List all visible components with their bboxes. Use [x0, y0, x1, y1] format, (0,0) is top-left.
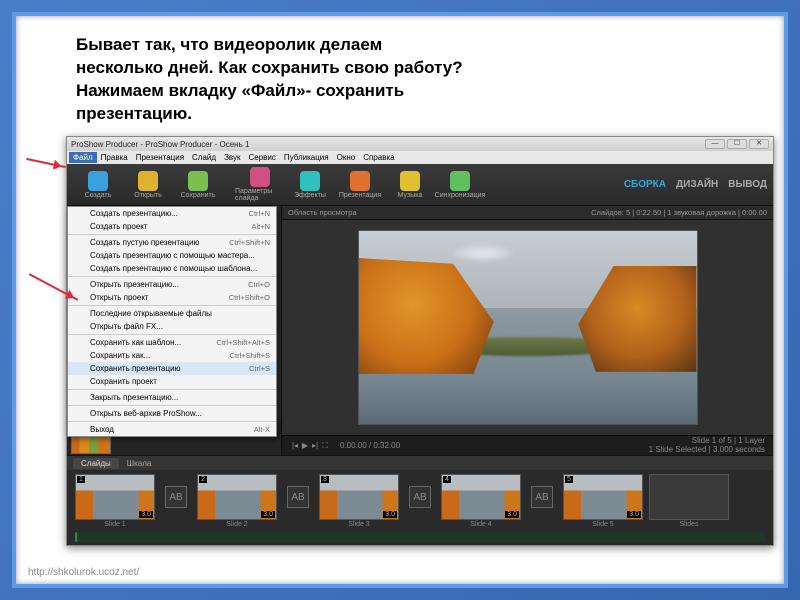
menu-edit[interactable]: Правка: [97, 152, 132, 163]
timeline-tabs: Слайды Шкала: [67, 456, 773, 470]
file-menu-item[interactable]: Открыть веб-архив ProShow...: [68, 407, 276, 420]
preview-canvas[interactable]: [358, 230, 698, 425]
file-menu-item[interactable]: Создать презентацию с помощью мастера...: [68, 249, 276, 262]
tool-open[interactable]: Открыть: [123, 166, 173, 204]
mode-switcher: СБОРКА ДИЗАЙН ВЫВОД: [624, 179, 767, 190]
file-menu-item[interactable]: Сохранить проект: [68, 375, 276, 388]
timeline-slide[interactable]: 23.0Slide 2: [197, 474, 277, 528]
app-title: ProShow Producer - ProShow Producer - Ос…: [71, 140, 249, 149]
music-icon: [400, 171, 420, 191]
preview-area: [282, 220, 773, 435]
left-panel: Создать презентацию...Ctrl+NСоздать прое…: [67, 206, 282, 455]
tab-slides[interactable]: Слайды: [73, 458, 119, 469]
close-button[interactable]: ✕: [749, 139, 769, 149]
tab-scale[interactable]: Шкала: [119, 458, 160, 469]
file-menu-item[interactable]: Сохранить как...Ctrl+Shift+S: [68, 349, 276, 362]
tool-sync[interactable]: Синхронизация: [435, 166, 485, 204]
audio-track[interactable]: [75, 532, 765, 542]
menubar: Файл Правка Презентация Слайд Звук Серви…: [67, 151, 773, 164]
timeline-panel: Слайды Шкала 13.0Slide 1AB23.0Slide 2AB3…: [67, 455, 773, 545]
timeline-body[interactable]: 13.0Slide 1AB23.0Slide 2AB33.0Slide 3AB4…: [67, 470, 773, 532]
maximize-button[interactable]: ☐: [727, 139, 747, 149]
selection-status: 1 Slide Selected | 3.000 seconds: [649, 446, 765, 455]
tool-new[interactable]: Создать: [73, 166, 123, 204]
file-menu-item[interactable]: Закрыть презентацию...: [68, 391, 276, 404]
params-icon: [250, 167, 270, 187]
save-icon: [188, 171, 208, 191]
sync-icon: [450, 171, 470, 191]
window-titlebar: ProShow Producer - ProShow Producer - Ос…: [67, 137, 773, 151]
file-menu-item[interactable]: Открыть презентацию...Ctrl+O: [68, 278, 276, 291]
file-menu-item[interactable]: Создать проектAlt+N: [68, 220, 276, 233]
tool-presentation[interactable]: Презентация: [335, 166, 385, 204]
file-menu-item[interactable]: Создать презентацию с помощью шаблона...: [68, 262, 276, 275]
file-menu-item[interactable]: Последние открываемые файлы: [68, 307, 276, 320]
arrow-to-file-menu: [26, 158, 66, 168]
timeline-ghost-slide[interactable]: Slides: [649, 474, 729, 528]
menu-slide[interactable]: Слайд: [188, 152, 220, 163]
headline-4: презентацию.: [76, 103, 754, 126]
playback-controls: |◂ ▶ ▸| ⛶ 0:00.00 / 0:32.00 Slide 1 of 5…: [282, 435, 773, 455]
menu-sound[interactable]: Звук: [220, 152, 244, 163]
menu-help[interactable]: Справка: [359, 152, 398, 163]
slide-frame: Бывает так, что видеоролик делаем нескол…: [12, 12, 788, 588]
file-menu-item[interactable]: Открыть файл FX...: [68, 320, 276, 333]
preview-header-right: Слайдов: 5 | 0:22.50 | 1 звуковая дорожк…: [591, 208, 767, 217]
footer-url: http://shkolurok.ucoz.net/: [28, 567, 139, 578]
file-menu-item[interactable]: ВыходAlt-X: [68, 423, 276, 436]
tool-slide-params[interactable]: Параметры слайда: [235, 166, 285, 204]
menu-file[interactable]: Файл: [69, 152, 97, 163]
preview-header: Область просмотра Слайдов: 5 | 0:22.50 |…: [282, 206, 773, 220]
transition[interactable]: AB: [283, 474, 313, 520]
headline-1: Бывает так, что видеоролик делаем: [76, 34, 754, 57]
effects-icon: [300, 171, 320, 191]
open-icon: [138, 171, 158, 191]
file-menu-dropdown: Создать презентацию...Ctrl+NСоздать прое…: [67, 206, 277, 437]
mode-output[interactable]: ВЫВОД: [728, 179, 767, 190]
transition[interactable]: AB: [405, 474, 435, 520]
timeline-slide[interactable]: 53.0Slide 5: [563, 474, 643, 528]
fullscreen-button[interactable]: ⛶: [320, 441, 330, 451]
presentation-slide: Бывает так, что видеоролик делаем нескол…: [0, 0, 800, 600]
menu-service[interactable]: Сервис: [244, 152, 279, 163]
timeline-slide[interactable]: 43.0Slide 4: [441, 474, 521, 528]
app-window: ProShow Producer - ProShow Producer - Ос…: [66, 136, 774, 546]
timeline-slide[interactable]: 13.0Slide 1: [75, 474, 155, 528]
menu-presentation[interactable]: Презентация: [132, 152, 188, 163]
screenshot-container: ProShow Producer - ProShow Producer - Ос…: [66, 136, 774, 546]
time-display: 0:00.00 / 0:32.00: [340, 441, 400, 450]
next-button[interactable]: ▸|: [310, 441, 320, 450]
menu-window[interactable]: Окно: [333, 152, 360, 163]
mode-design[interactable]: ДИЗАЙН: [676, 179, 718, 190]
preview-panel: Область просмотра Слайдов: 5 | 0:22.50 |…: [282, 206, 773, 455]
prev-button[interactable]: |◂: [290, 441, 300, 450]
tool-effects[interactable]: Эффекты: [285, 166, 335, 204]
minimize-button[interactable]: —: [705, 139, 725, 149]
file-menu-item[interactable]: Сохранить как шаблон...Ctrl+Shift+Alt+S: [68, 336, 276, 349]
headline-3: Нажимаем вкладку «Файл»- сохранить: [76, 80, 754, 103]
transition[interactable]: AB: [527, 474, 557, 520]
menu-publish[interactable]: Публикация: [280, 152, 333, 163]
presentation-icon: [350, 171, 370, 191]
tool-save[interactable]: Сохранить: [173, 166, 223, 204]
new-icon: [88, 171, 108, 191]
file-menu-item[interactable]: Создать презентацию...Ctrl+N: [68, 207, 276, 220]
play-button[interactable]: ▶: [300, 441, 310, 450]
headline-2: несколько дней. Как сохранить свою работ…: [76, 57, 754, 80]
tool-music[interactable]: Музыка: [385, 166, 435, 204]
file-menu-item[interactable]: Создать пустую презентациюCtrl+Shift+N: [68, 236, 276, 249]
file-menu-item[interactable]: Открыть проектCtrl+Shift+O: [68, 291, 276, 304]
file-menu-item[interactable]: Сохранить презентациюCtrl+S: [68, 362, 276, 375]
timeline-slide[interactable]: 33.0Slide 3: [319, 474, 399, 528]
preview-header-left: Область просмотра: [288, 208, 357, 217]
mode-build[interactable]: СБОРКА: [624, 179, 666, 190]
main-toolbar: Создать Открыть Сохранить Параметры слай…: [67, 164, 773, 206]
transition[interactable]: AB: [161, 474, 191, 520]
